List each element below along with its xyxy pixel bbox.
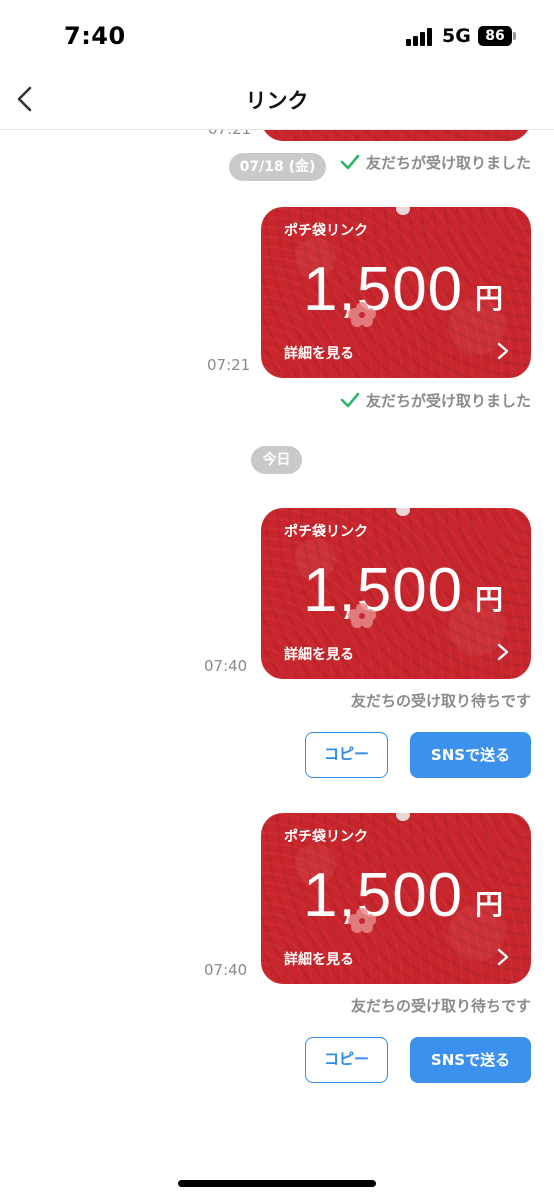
card-currency: 円	[475, 888, 504, 921]
check-icon	[340, 392, 360, 408]
plum-flower-icon	[348, 908, 376, 933]
signal-icon	[406, 28, 436, 46]
chevron-right-icon	[497, 643, 509, 661]
waiting-status: 友だちの受け取り待ちです	[350, 692, 531, 710]
plum-flower-icon	[348, 603, 376, 628]
battery-icon: 86	[478, 26, 512, 46]
receipt-status-label: 友だちが受け取りました	[365, 154, 531, 172]
card-title: ポチ袋リンク	[284, 223, 368, 239]
card-title: ポチ袋リンク	[284, 829, 368, 845]
nav-bar: リンク	[0, 72, 554, 130]
card-details-link[interactable]: 詳細を見る	[284, 644, 354, 664]
sns-send-button[interactable]: SNSで送る	[410, 732, 531, 778]
card-details-link[interactable]: 詳細を見る	[284, 949, 354, 969]
money-card-partial[interactable]	[261, 130, 531, 141]
card-tab	[396, 813, 410, 821]
card-tab	[396, 207, 410, 215]
receipt-status-label: 友だちが受け取りました	[365, 392, 531, 410]
receipt-status: 友だちが受け取りました	[340, 152, 531, 173]
card-amount: 1,500	[303, 861, 464, 930]
money-card[interactable]: ポチ袋リンク 1,500 円 詳細を見る	[261, 207, 531, 378]
card-details-link[interactable]: 詳細を見る	[284, 343, 354, 363]
status-bar: 7:40 5G 86	[0, 0, 554, 72]
card-title: ポチ袋リンク	[284, 524, 368, 540]
network-label: 5G	[442, 25, 471, 47]
card-currency: 円	[475, 583, 504, 616]
message-time: 07:21	[208, 130, 251, 138]
receipt-status: 友だちが受け取りました	[340, 390, 531, 411]
copy-button[interactable]: コピー	[305, 1037, 388, 1083]
copy-button[interactable]: コピー	[305, 732, 388, 778]
chevron-right-icon	[497, 342, 509, 360]
sns-send-button[interactable]: SNSで送る	[410, 1037, 531, 1083]
money-card[interactable]: ポチ袋リンク 1,500 円 詳細を見る	[261, 508, 531, 679]
message-list: 07:21 07/18 (金) 友だちが受け取りました ポチ袋リンク 1,500…	[0, 130, 554, 1200]
waiting-status: 友だちの受け取り待ちです	[350, 997, 531, 1015]
card-amount: 1,500	[303, 255, 464, 324]
card-tab	[396, 508, 410, 516]
page-title: リンク	[245, 89, 309, 113]
card-currency: 円	[475, 282, 504, 315]
card-amount: 1,500	[303, 556, 464, 625]
date-separator: 07/18 (金)	[229, 153, 326, 181]
check-icon	[340, 154, 360, 170]
message-time: 07:40	[204, 961, 248, 979]
message-time: 07:21	[207, 356, 251, 374]
status-time: 7:40	[64, 22, 126, 50]
money-card[interactable]: ポチ袋リンク 1,500 円 詳細を見る	[261, 813, 531, 984]
chevron-right-icon	[497, 948, 509, 966]
screen: 7:40 5G 86 リンク 07:21 07/18 (金) 友だちが受け取りま	[0, 0, 554, 1200]
battery-tip	[513, 32, 516, 40]
date-separator: 今日	[251, 446, 302, 474]
home-indicator[interactable]	[178, 1180, 376, 1187]
message-time: 07:40	[204, 657, 248, 675]
plum-flower-icon	[348, 302, 376, 327]
